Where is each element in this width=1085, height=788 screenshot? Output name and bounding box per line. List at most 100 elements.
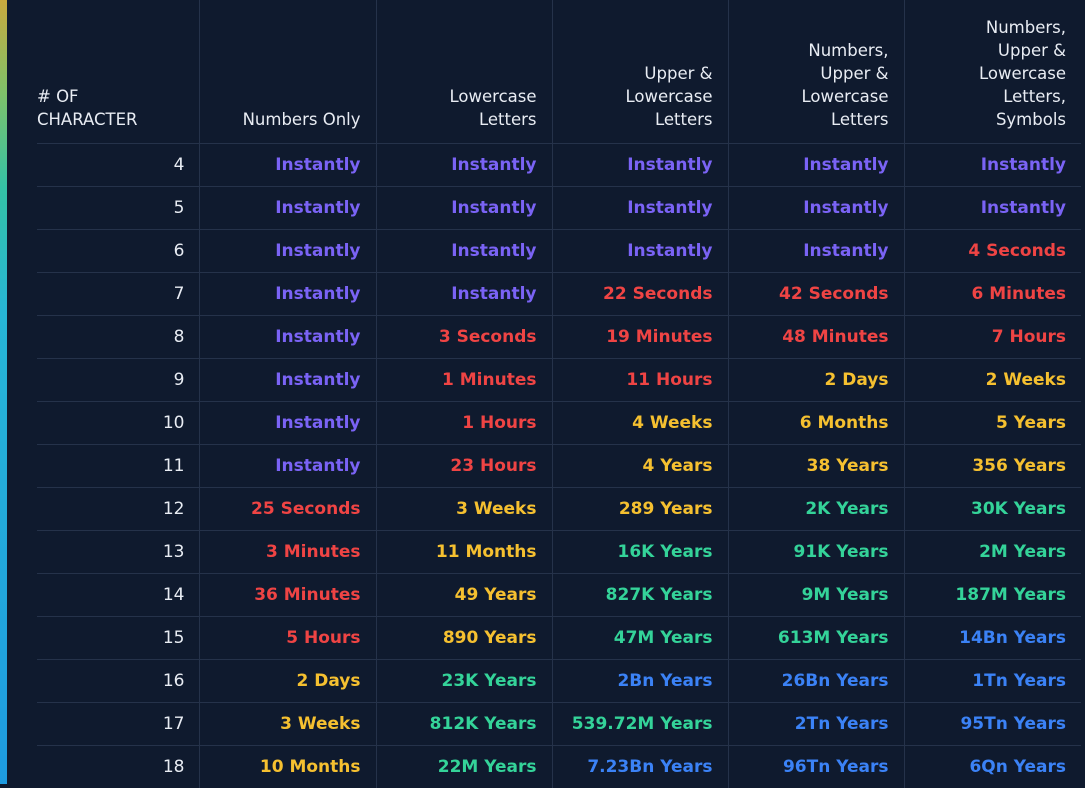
crack-time-cell: Instantly: [728, 144, 904, 187]
character-count-cell: 18: [37, 746, 199, 788]
character-count-cell: 10: [37, 402, 199, 445]
character-count-cell: 12: [37, 488, 199, 531]
password-crack-time-table-container: # OF CHARACTER Numbers Only Lowercase Le…: [37, 0, 1081, 788]
table-row: 9Instantly1 Minutes11 Hours2 Days2 Weeks: [37, 359, 1081, 402]
crack-time-cell: 95Tn Years: [904, 703, 1081, 746]
crack-time-cell: Instantly: [199, 402, 376, 445]
header-all-character-types: Numbers, Upper & Lowercase Letters, Symb…: [904, 0, 1081, 144]
character-count-cell: 15: [37, 617, 199, 660]
crack-time-cell: 23 Hours: [376, 445, 552, 488]
crack-time-cell: Instantly: [199, 187, 376, 230]
table-row: 133 Minutes11 Months16K Years91K Years2M…: [37, 531, 1081, 574]
crack-time-cell: 16K Years: [552, 531, 728, 574]
character-count-cell: 6: [37, 230, 199, 273]
header-numbers-upper-lowercase: Numbers, Upper & Lowercase Letters: [728, 0, 904, 144]
crack-time-cell: 3 Minutes: [199, 531, 376, 574]
crack-time-cell: Instantly: [199, 230, 376, 273]
crack-time-cell: 3 Weeks: [199, 703, 376, 746]
crack-time-cell: Instantly: [199, 273, 376, 316]
header-upper-lowercase: Upper & Lowercase Letters: [552, 0, 728, 144]
crack-time-cell: 539.72M Years: [552, 703, 728, 746]
crack-time-cell: Instantly: [199, 359, 376, 402]
crack-time-cell: 827K Years: [552, 574, 728, 617]
crack-time-cell: Instantly: [728, 230, 904, 273]
crack-time-cell: Instantly: [376, 144, 552, 187]
character-count-cell: 14: [37, 574, 199, 617]
character-count-cell: 7: [37, 273, 199, 316]
table-header: # OF CHARACTER Numbers Only Lowercase Le…: [37, 0, 1081, 144]
header-row: # OF CHARACTER Numbers Only Lowercase Le…: [37, 0, 1081, 144]
crack-time-cell: 47M Years: [552, 617, 728, 660]
table-row: 173 Weeks812K Years539.72M Years2Tn Year…: [37, 703, 1081, 746]
crack-time-cell: 2Tn Years: [728, 703, 904, 746]
password-crack-time-table: # OF CHARACTER Numbers Only Lowercase Le…: [37, 0, 1081, 788]
crack-time-cell: 2 Weeks: [904, 359, 1081, 402]
crack-time-cell: 812K Years: [376, 703, 552, 746]
crack-time-cell: Instantly: [552, 230, 728, 273]
accent-gradient-strip: [0, 0, 7, 784]
crack-time-cell: 3 Seconds: [376, 316, 552, 359]
character-count-cell: 13: [37, 531, 199, 574]
crack-time-cell: 25 Seconds: [199, 488, 376, 531]
header-label: Upper & Lowercase Letters: [626, 62, 713, 131]
crack-time-cell: 36 Minutes: [199, 574, 376, 617]
crack-time-cell: 11 Hours: [552, 359, 728, 402]
crack-time-cell: 6Qn Years: [904, 746, 1081, 788]
crack-time-cell: 4 Weeks: [552, 402, 728, 445]
crack-time-cell: 3 Weeks: [376, 488, 552, 531]
character-count-cell: 8: [37, 316, 199, 359]
crack-time-cell: 30K Years: [904, 488, 1081, 531]
table-row: 10Instantly1 Hours4 Weeks6 Months5 Years: [37, 402, 1081, 445]
table-row: 155 Hours890 Years47M Years613M Years14B…: [37, 617, 1081, 660]
crack-time-cell: Instantly: [199, 144, 376, 187]
crack-time-cell: 5 Hours: [199, 617, 376, 660]
crack-time-cell: 289 Years: [552, 488, 728, 531]
crack-time-cell: 6 Months: [728, 402, 904, 445]
table-row: 1225 Seconds3 Weeks289 Years2K Years30K …: [37, 488, 1081, 531]
crack-time-cell: Instantly: [552, 187, 728, 230]
character-count-cell: 5: [37, 187, 199, 230]
crack-time-cell: 1 Hours: [376, 402, 552, 445]
crack-time-cell: Instantly: [376, 273, 552, 316]
crack-time-cell: 11 Months: [376, 531, 552, 574]
header-label: Numbers, Upper & Lowercase Letters: [802, 39, 889, 131]
crack-time-cell: 23K Years: [376, 660, 552, 703]
table-row: 6InstantlyInstantlyInstantlyInstantly4 S…: [37, 230, 1081, 273]
crack-time-cell: Instantly: [904, 187, 1081, 230]
crack-time-cell: 6 Minutes: [904, 273, 1081, 316]
crack-time-cell: 5 Years: [904, 402, 1081, 445]
table-row: 8Instantly3 Seconds19 Minutes48 Minutes7…: [37, 316, 1081, 359]
crack-time-cell: 7 Hours: [904, 316, 1081, 359]
crack-time-cell: 91K Years: [728, 531, 904, 574]
header-numbers-only: Numbers Only: [199, 0, 376, 144]
crack-time-cell: 26Bn Years: [728, 660, 904, 703]
crack-time-cell: 42 Seconds: [728, 273, 904, 316]
character-count-cell: 9: [37, 359, 199, 402]
table-row: 7InstantlyInstantly22 Seconds42 Seconds6…: [37, 273, 1081, 316]
header-label: Lowercase Letters: [450, 85, 537, 131]
crack-time-cell: Instantly: [199, 445, 376, 488]
header-label: Numbers, Upper & Lowercase Letters, Symb…: [979, 16, 1066, 131]
crack-time-cell: 96Tn Years: [728, 746, 904, 788]
crack-time-cell: Instantly: [728, 187, 904, 230]
header-character-count: # OF CHARACTER: [37, 0, 199, 144]
table-row: 4InstantlyInstantlyInstantlyInstantlyIns…: [37, 144, 1081, 187]
crack-time-cell: Instantly: [552, 144, 728, 187]
crack-time-cell: 2 Days: [728, 359, 904, 402]
crack-time-cell: 4 Seconds: [904, 230, 1081, 273]
character-count-cell: 4: [37, 144, 199, 187]
table-row: 11Instantly23 Hours4 Years38 Years356 Ye…: [37, 445, 1081, 488]
crack-time-cell: 49 Years: [376, 574, 552, 617]
crack-time-cell: 48 Minutes: [728, 316, 904, 359]
table-row: 5InstantlyInstantlyInstantlyInstantlyIns…: [37, 187, 1081, 230]
crack-time-cell: 2 Days: [199, 660, 376, 703]
crack-time-cell: 4 Years: [552, 445, 728, 488]
table-body: 4InstantlyInstantlyInstantlyInstantlyIns…: [37, 144, 1081, 788]
crack-time-cell: 22M Years: [376, 746, 552, 788]
crack-time-cell: 7.23Bn Years: [552, 746, 728, 788]
table-row: 1810 Months22M Years7.23Bn Years96Tn Yea…: [37, 746, 1081, 788]
crack-time-cell: 1Tn Years: [904, 660, 1081, 703]
crack-time-cell: 356 Years: [904, 445, 1081, 488]
crack-time-cell: 2M Years: [904, 531, 1081, 574]
crack-time-cell: 187M Years: [904, 574, 1081, 617]
